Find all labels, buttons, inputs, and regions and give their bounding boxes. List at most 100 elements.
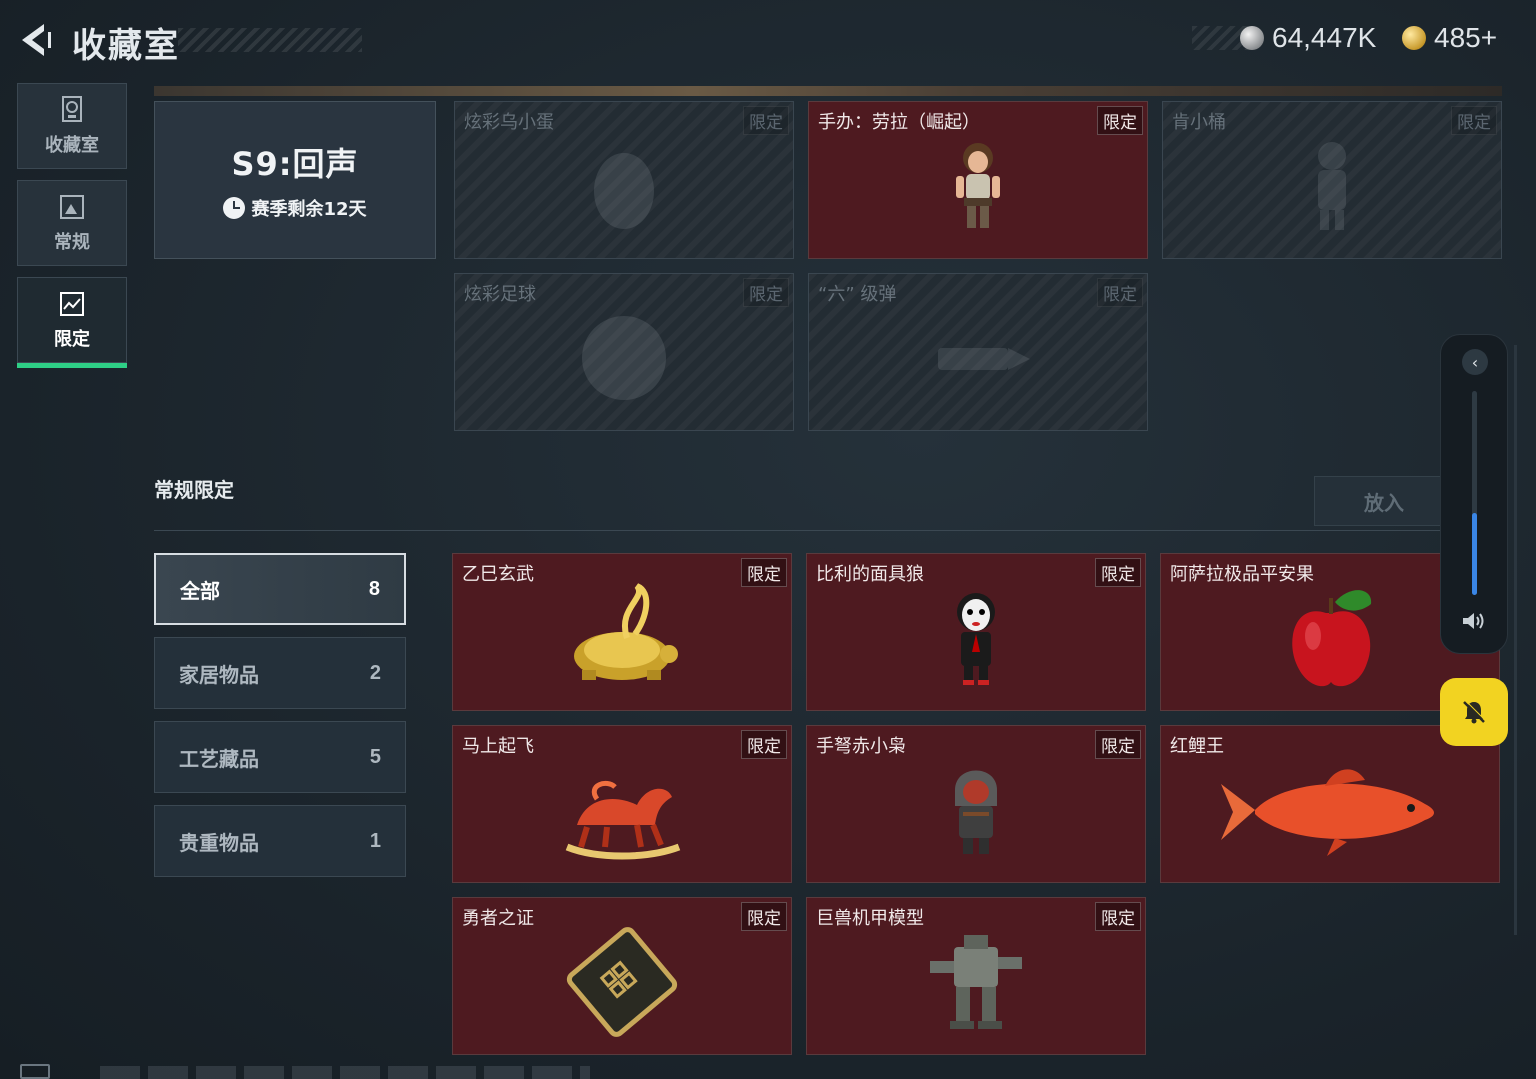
limited-badge: 限定 bbox=[743, 278, 789, 307]
item-card[interactable]: 马上起飞 限定 bbox=[452, 725, 792, 883]
section-divider bbox=[154, 530, 1454, 531]
active-tab-indicator bbox=[17, 363, 127, 368]
limited-badge: 限定 bbox=[1095, 902, 1141, 931]
banner-strip bbox=[154, 86, 1502, 96]
silver-coin-icon bbox=[1240, 26, 1264, 50]
nav-label-limited: 限定 bbox=[54, 329, 90, 350]
filter-craft[interactable]: 工艺藏品 5 bbox=[154, 721, 406, 793]
filter-count: 1 bbox=[369, 829, 381, 852]
filter-count: 8 bbox=[368, 577, 380, 600]
clock-icon bbox=[223, 197, 246, 219]
filter-count: 5 bbox=[369, 745, 381, 768]
card-icon bbox=[566, 927, 678, 1038]
limited-badge: 限定 bbox=[741, 558, 787, 587]
nav-tab-limited[interactable]: 限定 bbox=[17, 277, 127, 368]
volume-slider[interactable] bbox=[1472, 391, 1477, 595]
filter-valuables[interactable]: 贵重物品 1 bbox=[154, 805, 406, 877]
item-card[interactable]: 巨兽机甲模型 限定 bbox=[806, 897, 1146, 1055]
egg-icon bbox=[594, 153, 654, 230]
gold-coin-icon bbox=[1402, 26, 1426, 50]
limited-badge: 限定 bbox=[1095, 730, 1141, 759]
limited-badge: 限定 bbox=[743, 106, 789, 135]
back-arrow-icon[interactable] bbox=[18, 22, 52, 58]
season-title: S9:回声 bbox=[231, 145, 359, 183]
limited-badge: 限定 bbox=[741, 730, 787, 759]
limited-badge: 限定 bbox=[741, 902, 787, 931]
gold-currency[interactable]: 485+ bbox=[1402, 22, 1497, 54]
carp-icon bbox=[1221, 769, 1434, 857]
football-icon bbox=[582, 316, 666, 401]
item-name: 马上起飞 bbox=[462, 736, 534, 757]
limited-picture-icon bbox=[60, 292, 84, 316]
filter-all[interactable]: 全部 8 bbox=[154, 553, 406, 625]
figurine-icon bbox=[1318, 142, 1346, 231]
item-name: 巨兽机甲模型 bbox=[816, 908, 924, 929]
top-bar: 收藏室 64,447K 485+ bbox=[0, 0, 1536, 78]
season-item-card[interactable]: 炫彩足球 限定 bbox=[454, 273, 794, 431]
item-name: 炫彩足球 bbox=[464, 284, 536, 305]
item-name: 比利的面具狼 bbox=[816, 564, 924, 585]
mech-icon bbox=[930, 935, 1022, 1030]
item-name: “六” 级弹 bbox=[818, 284, 897, 305]
item-name: 肯小桶 bbox=[1172, 112, 1226, 133]
hooded-figure-icon bbox=[955, 770, 997, 855]
filter-home[interactable]: 家居物品 2 bbox=[154, 637, 406, 709]
nav-tab-regular[interactable]: 常规 bbox=[17, 180, 127, 266]
mute-button[interactable] bbox=[1440, 678, 1508, 746]
season-item-card[interactable]: “六” 级弹 限定 bbox=[808, 273, 1148, 431]
bottom-bar bbox=[0, 1052, 1536, 1079]
season-item-card[interactable]: 肯小桶 限定 bbox=[1162, 101, 1502, 259]
limited-badge: 限定 bbox=[1097, 106, 1143, 135]
picture-icon bbox=[60, 195, 84, 219]
filter-label: 工艺藏品 bbox=[179, 746, 259, 771]
item-name: 红鲤王 bbox=[1170, 736, 1224, 757]
volume-panel: ‹ bbox=[1440, 334, 1508, 654]
limited-badge: 限定 bbox=[1095, 558, 1141, 587]
gold-currency-amount: 485+ bbox=[1434, 22, 1498, 53]
battery-icon bbox=[20, 1064, 50, 1079]
trophy-icon bbox=[62, 96, 82, 122]
item-card[interactable]: 红鲤王 bbox=[1160, 725, 1500, 883]
filter-label: 贵重物品 bbox=[179, 830, 259, 855]
season-remaining: 赛季剩余12天 bbox=[223, 195, 367, 221]
nav-label-collection: 收藏室 bbox=[45, 135, 99, 156]
collapse-chevron-icon[interactable]: ‹ bbox=[1462, 349, 1488, 375]
limited-badge: 限定 bbox=[1451, 106, 1497, 135]
figurine-icon bbox=[956, 143, 1000, 229]
silver-currency-amount: 64,447K bbox=[1272, 22, 1377, 53]
volume-slider-fill bbox=[1472, 513, 1477, 595]
season-item-card[interactable]: 手办：劳拉（崛起） 限定 bbox=[808, 101, 1148, 259]
silver-currency[interactable]: 64,447K bbox=[1240, 22, 1376, 54]
bell-off-icon bbox=[1463, 700, 1486, 724]
filter-count: 2 bbox=[369, 661, 381, 684]
item-name: 勇者之证 bbox=[462, 908, 534, 929]
item-name: 阿萨拉极品平安果 bbox=[1170, 564, 1314, 585]
apple-icon bbox=[1292, 590, 1372, 687]
section-title: 常规限定 bbox=[154, 478, 234, 502]
item-name: 炫彩乌小蛋 bbox=[464, 112, 554, 133]
filter-label: 全部 bbox=[180, 578, 220, 603]
filter-label: 家居物品 bbox=[179, 662, 259, 687]
item-card[interactable]: 比利的面具狼 限定 bbox=[806, 553, 1146, 711]
nav-tab-collection[interactable]: 收藏室 bbox=[17, 83, 127, 169]
item-card[interactable]: 手弩赤小枭 限定 bbox=[806, 725, 1146, 883]
nav-label-regular: 常规 bbox=[54, 232, 90, 253]
bullet-icon bbox=[938, 348, 1030, 371]
item-name: 乙巳玄武 bbox=[462, 564, 534, 585]
title-decoration bbox=[178, 28, 362, 52]
masked-doll-icon bbox=[957, 593, 995, 686]
scrollbar[interactable] bbox=[1514, 345, 1517, 935]
limited-badge: 限定 bbox=[1097, 278, 1143, 307]
item-name: 手弩赤小枭 bbox=[816, 736, 906, 757]
place-button[interactable]: 放入 bbox=[1314, 476, 1454, 526]
item-card[interactable]: 勇者之证 限定 bbox=[452, 897, 792, 1055]
speaker-icon[interactable] bbox=[1461, 611, 1487, 631]
golden-turtle-icon bbox=[574, 583, 678, 681]
season-item-card[interactable]: 炫彩乌小蛋 限定 bbox=[454, 101, 794, 259]
season-panel: S9:回声 赛季剩余12天 bbox=[154, 101, 436, 259]
item-card[interactable]: 乙巳玄武 限定 bbox=[452, 553, 792, 711]
rocking-horse-icon bbox=[565, 781, 681, 860]
page-title: 收藏室 bbox=[72, 26, 180, 66]
status-strip bbox=[100, 1066, 590, 1079]
season-remaining-text: 赛季剩余12天 bbox=[251, 199, 367, 220]
